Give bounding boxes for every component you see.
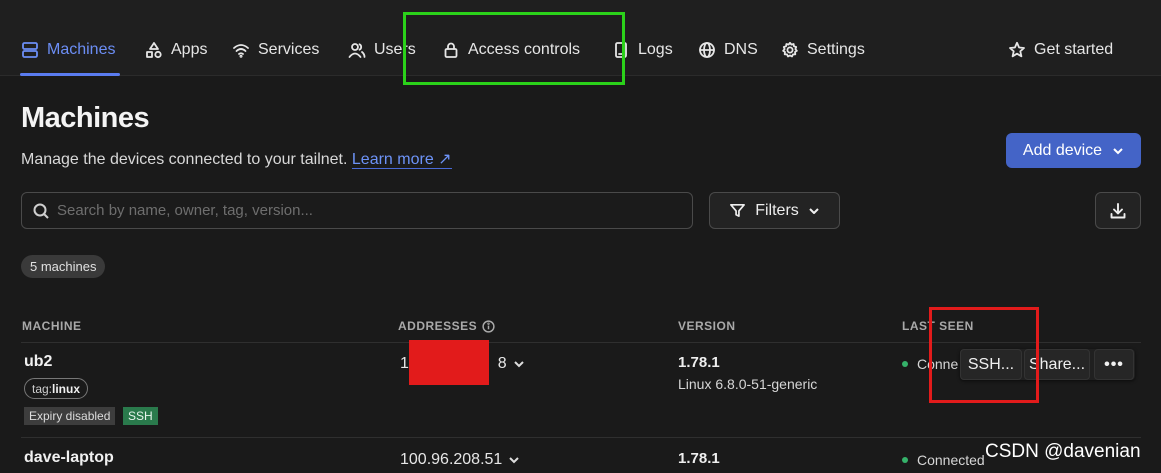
status-text: Connected [917,452,985,468]
nav-tab-settings[interactable]: Settings [781,38,865,62]
apps-icon [146,42,162,59]
chevron-down-icon [809,207,819,214]
table-row[interactable]: dave-laptop 100.96.208.51 1.78.1 Connect… [21,439,1141,473]
filter-icon [730,203,746,218]
search-input[interactable] [57,202,677,219]
redaction-box [409,340,489,385]
machine-version: 1.78.1 [678,450,720,467]
nav-tab-label: DNS [724,41,758,58]
expiry-badge: Expiry disabled [24,407,116,425]
export-button[interactable] [1095,192,1141,229]
machines-icon [22,42,38,58]
highlight-box-access-controls [403,12,625,85]
nav-tab-services[interactable]: Services [232,38,319,62]
learn-more-link[interactable]: Learn more ↗ [351,151,452,169]
globe-icon [699,42,715,58]
machine-os: Linux 6.8.0-51-generic [678,376,818,392]
search-box[interactable] [21,192,693,229]
nav-tab-label: Machines [47,41,116,58]
connected-dot [902,361,908,367]
watermark: CSDN @davenian [985,441,1141,462]
add-device-button[interactable]: Add device [1006,133,1141,168]
column-header-label: ADDRESSES [398,319,478,333]
last-seen-status: Connected [902,452,985,468]
highlight-box-last-seen [929,307,1039,403]
machine-name[interactable]: ub2 [24,353,52,371]
gear-icon [782,41,798,58]
ssh-badge: SSH [123,407,158,425]
chevron-down-icon[interactable] [508,454,520,466]
info-icon[interactable] [482,319,495,333]
filters-label: Filters [755,201,799,219]
tag-prefix: tag: [32,381,53,396]
nav-tab-label: Apps [171,41,208,58]
nav-tab-apps[interactable]: Apps [145,38,207,62]
get-started-link[interactable]: Get started [1008,38,1113,62]
column-header-version[interactable]: VERSION [678,319,736,333]
users-icon [348,43,366,58]
active-tab-indicator [20,73,120,76]
address-text-right: 8 [497,355,507,372]
machine-tag: tag: linux [24,378,89,399]
get-started-label: Get started [1034,41,1114,58]
column-header-addresses[interactable]: ADDRESSES [398,319,495,333]
subtitle-text: Manage the devices connected to your tai… [21,151,348,168]
column-header-machine[interactable]: MACHINE [22,319,82,333]
star-icon [1009,41,1025,58]
nav-tab-dns[interactable]: DNS [698,38,758,62]
nav-tab-label: Services [258,41,320,58]
filters-button[interactable]: Filters [709,192,840,229]
chevron-down-icon[interactable] [513,358,525,370]
machine-count-badge: 5 machines [21,255,106,278]
nav-tab-label: Logs [638,41,673,58]
machine-name[interactable]: dave-laptop [24,449,114,467]
nav-tab-machines[interactable]: Machines [21,38,115,62]
connected-dot [902,457,908,463]
more-options-button[interactable]: ••• [1094,349,1134,380]
page-title: Machines [21,102,150,134]
page-subtitle: Manage the devices connected to your tai… [21,149,452,169]
nav-tab-label: Settings [807,41,865,58]
add-device-label: Add device [1022,141,1103,159]
search-icon [33,203,49,219]
chevron-down-icon [1113,147,1123,154]
machine-address[interactable]: 100.96.208.51 [400,451,520,469]
download-icon [1110,202,1126,218]
address-text: 100.96.208.51 [400,451,503,468]
tag-value: linux [52,381,81,396]
machine-version: 1.78.1 [678,354,720,371]
wifi-icon [233,44,249,58]
